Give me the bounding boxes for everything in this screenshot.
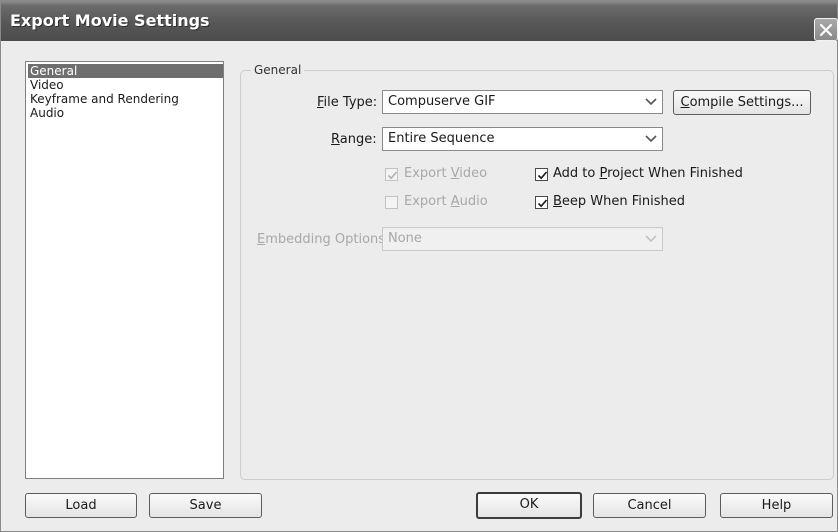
checkmark-icon (387, 171, 398, 180)
category-item-general[interactable]: General (28, 64, 223, 78)
close-icon (819, 23, 833, 37)
embedding-options-label: Embedding Options: (257, 232, 390, 247)
save-button[interactable]: Save (149, 493, 262, 518)
load-button[interactable]: Load (25, 493, 137, 518)
category-list[interactable]: General Video Keyframe and Rendering Aud… (25, 61, 224, 479)
window-title: Export Movie Settings (10, 11, 210, 30)
close-button[interactable] (814, 18, 838, 41)
category-item-keyframe-and-rendering[interactable]: Keyframe and Rendering (28, 92, 223, 106)
file-type-select[interactable]: Compuserve GIF (382, 90, 663, 114)
range-select[interactable]: Entire Sequence (382, 127, 663, 151)
title-bar[interactable]: Export Movie Settings (1, 1, 838, 41)
chevron-down-icon (641, 92, 661, 112)
file-type-value: Compuserve GIF (388, 94, 496, 109)
embedding-options-select[interactable]: None (382, 227, 663, 251)
beep-when-finished-checkbox[interactable] (535, 196, 548, 209)
general-group-title: General (251, 62, 305, 78)
range-value: Entire Sequence (388, 131, 495, 146)
export-movie-settings-dialog: Export Movie Settings General Video Keyf… (0, 0, 838, 532)
category-item-video[interactable]: Video (28, 78, 223, 92)
beep-when-finished-label: Beep When Finished (553, 194, 686, 209)
checkmark-icon (537, 199, 548, 208)
export-video-label: Export Video (404, 166, 488, 181)
cancel-button[interactable]: Cancel (593, 493, 706, 518)
export-video-checkbox[interactable] (385, 168, 398, 181)
chevron-down-icon (641, 229, 661, 249)
embedding-options-value: None (388, 231, 422, 246)
category-item-audio[interactable]: Audio (28, 106, 223, 120)
ok-button[interactable]: OK (476, 492, 582, 519)
export-audio-checkbox[interactable] (385, 196, 398, 209)
compile-settings-button[interactable]: Compile Settings... (673, 90, 811, 115)
export-audio-label: Export Audio (404, 194, 488, 209)
file-type-label: File Type: (317, 95, 378, 110)
range-label: Range: (331, 132, 377, 147)
checkmark-icon (537, 171, 548, 180)
add-to-project-checkbox[interactable] (535, 168, 548, 181)
help-button[interactable]: Help (720, 493, 833, 518)
add-to-project-label: Add to Project When Finished (553, 166, 743, 181)
chevron-down-icon (641, 129, 661, 149)
